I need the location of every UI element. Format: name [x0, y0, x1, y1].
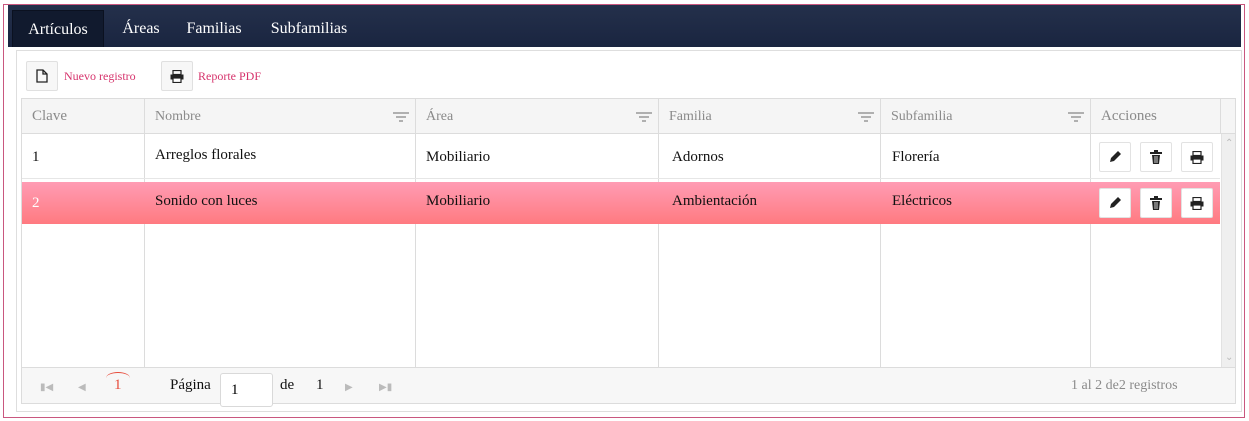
table-row-selected[interactable]: 2 Sonido con luces Mobiliario Ambientaci…: [22, 182, 1220, 224]
articulos-grid: Clave Nombre Área Familia Subfamilia Acc…: [21, 98, 1236, 407]
pdf-report-button[interactable]: [161, 61, 193, 91]
cell-clave: 2: [32, 195, 40, 211]
cell-familia: Adornos: [672, 149, 724, 165]
page-label: Página: [170, 377, 211, 393]
tab-familias[interactable]: Familias: [179, 10, 249, 47]
tab-articulos[interactable]: Artículos: [12, 10, 104, 47]
filter-icon[interactable]: [1068, 112, 1084, 122]
col-header-area[interactable]: Área: [416, 99, 659, 134]
col-header-label: Área: [426, 109, 454, 124]
pdf-report-label[interactable]: Reporte PDF: [198, 69, 261, 84]
table-row[interactable]: 1 Arreglos florales Mobiliario Adornos F…: [22, 135, 1220, 179]
filter-icon[interactable]: [393, 112, 409, 122]
cell-area: Mobiliario: [426, 149, 491, 165]
app-window: Artículos Áreas Familias Subfamilias Nue…: [3, 4, 1245, 418]
print-button[interactable]: [1181, 142, 1213, 172]
total-pages: 1: [316, 377, 324, 393]
current-page-number[interactable]: 1: [114, 377, 122, 394]
printer-icon: [1190, 150, 1204, 164]
cell-nombre: Arreglos florales: [155, 147, 257, 163]
col-header-subfamilia[interactable]: Subfamilia: [881, 99, 1091, 134]
col-header-clave[interactable]: Clave: [22, 99, 145, 134]
prev-page-icon[interactable]: ◀: [78, 382, 86, 393]
cell-familia: Ambientación: [672, 193, 757, 209]
grid-header: Clave Nombre Área Familia Subfamilia Acc…: [22, 99, 1235, 134]
cell-subfamilia: Florería: [892, 149, 940, 165]
col-header-label: Acciones: [1101, 108, 1157, 124]
cell-clave: 1: [32, 149, 40, 165]
printer-icon: [1190, 196, 1204, 210]
col-header-label: Nombre: [155, 109, 201, 124]
next-page-icon[interactable]: ▶: [345, 382, 353, 393]
pencil-icon: [1110, 151, 1121, 162]
records-summary: 1 al 2 de2 registros: [1071, 378, 1178, 393]
trash-icon: [1150, 150, 1162, 164]
cell-area: Mobiliario: [426, 193, 491, 209]
pager: ▮◀ ◀ 1 Página de 1 ▶ ▶▮ 1 al 2 de2 regis…: [22, 367, 1235, 407]
col-header-label: Familia: [669, 109, 712, 124]
new-record-button[interactable]: [26, 61, 58, 91]
print-button[interactable]: [1181, 188, 1213, 218]
printer-icon: [170, 69, 184, 83]
last-page-icon[interactable]: ▶▮: [379, 382, 392, 393]
pencil-icon: [1110, 197, 1121, 208]
col-header-label: Subfamilia: [891, 109, 953, 124]
col-header-acciones: Acciones: [1091, 99, 1221, 134]
delete-button[interactable]: [1140, 142, 1172, 172]
new-document-icon: [36, 69, 48, 83]
cell-subfamilia: Eléctricos: [892, 193, 952, 209]
of-label: de: [280, 377, 295, 393]
tab-areas[interactable]: Áreas: [113, 10, 169, 47]
vertical-scrollbar[interactable]: ⌃ ⌄: [1221, 134, 1235, 367]
col-header-familia[interactable]: Familia: [659, 99, 881, 134]
new-record-label[interactable]: Nuevo registro: [64, 69, 136, 84]
filter-icon[interactable]: [858, 112, 874, 122]
tab-bar: Artículos Áreas Familias Subfamilias: [8, 5, 1241, 47]
edit-button[interactable]: [1099, 188, 1131, 218]
trash-icon: [1150, 196, 1162, 210]
edit-button[interactable]: [1099, 142, 1131, 172]
filter-icon[interactable]: [636, 112, 652, 122]
col-header-label: Clave: [32, 108, 67, 124]
articulos-panel: Nuevo registro Reporte PDF Clave Nombre …: [16, 50, 1242, 412]
first-page-icon[interactable]: ▮◀: [40, 382, 53, 393]
scroll-up-icon[interactable]: ⌃: [1225, 138, 1233, 149]
delete-button[interactable]: [1140, 188, 1172, 218]
page-input[interactable]: [220, 373, 273, 407]
cell-nombre: Sonido con luces: [155, 193, 258, 209]
tab-subfamilias[interactable]: Subfamilias: [262, 10, 356, 47]
scroll-down-icon[interactable]: ⌄: [1225, 352, 1233, 363]
col-header-nombre[interactable]: Nombre: [145, 99, 416, 134]
